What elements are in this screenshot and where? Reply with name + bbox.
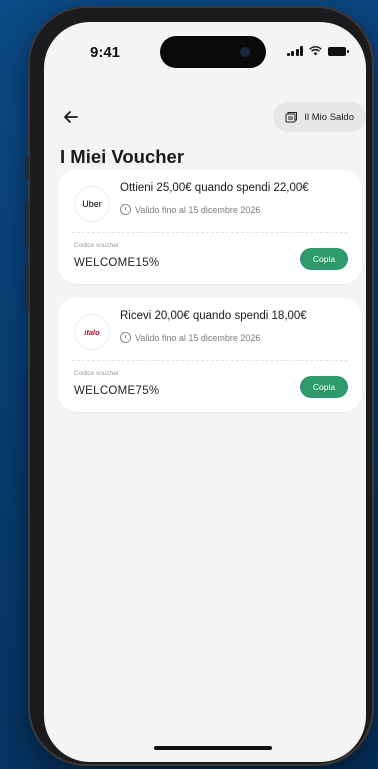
app-screen: 9:41 Il Mio Saldo I Miei Voucher Uber Ot… [44,22,366,762]
home-indicator [154,746,272,750]
validity-text: Valido fino al 15 dicembre 2026 [135,332,261,343]
signal-icon [286,46,303,56]
my-balance-button[interactable]: Il Mio Saldo [273,102,366,132]
voucher-offer: Ottieni 25,00€ quando spendi 22,00€ [120,182,309,194]
arrow-left-icon [64,111,78,123]
voucher-card-uber[interactable]: Uber Ottieni 25,00€ quando spendi 22,00€… [58,170,362,284]
camera-icon [240,47,250,57]
dashed-divider [72,232,348,233]
copy-button[interactable]: Copia [300,376,348,398]
voucher-code: WELCOME75% [74,385,160,397]
page-title: I Miei Voucher [60,146,185,167]
battery-icon [328,46,349,56]
wallet-icon [285,112,298,123]
wifi-icon [309,46,322,56]
back-button[interactable] [60,106,82,128]
voucher-card-italo[interactable]: italo Ricevi 20,00€ quando spendi 18,00€… [58,298,362,412]
voucher-validity: Valido fino al 15 dicembre 2026 [120,204,260,215]
voucher-validity: Valido fino al 15 dicembre 2026 [120,332,260,343]
dashed-divider [72,360,348,361]
status-bar: 9:41 [44,22,366,74]
status-time: 9:41 [90,44,121,61]
volume-up-button [25,202,29,250]
copy-button[interactable]: Copia [300,248,348,270]
mute-switch [25,156,29,180]
voucher-offer: Ricevi 20,00€ quando spendi 18,00€ [120,310,307,322]
dynamic-island [160,36,266,68]
italo-logo: italo [74,314,110,350]
voucher-code: WELCOME15% [74,257,160,269]
volume-down-button [25,262,29,310]
my-balance-label: Il Mio Saldo [304,111,354,123]
clock-icon [120,332,131,343]
status-icons [286,46,349,56]
clock-icon [120,204,131,215]
voucher-code-label: Codice voucher [74,370,120,377]
validity-text: Valido fino al 15 dicembre 2026 [135,204,261,215]
uber-logo: Uber [74,186,110,222]
voucher-code-label: Codice voucher [74,242,120,249]
